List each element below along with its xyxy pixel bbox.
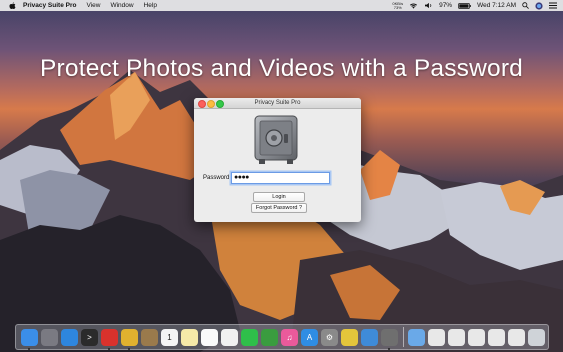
chrome-icon[interactable] (121, 328, 138, 350)
terminal-icon[interactable]: > (81, 328, 98, 346)
system-preferences-icon[interactable]: ⚙ (321, 328, 338, 346)
safe-icon (254, 115, 298, 164)
dock-separator (403, 327, 404, 347)
battery-percent: 97% (439, 2, 453, 9)
menu-list-icon[interactable] (549, 2, 557, 9)
wifi-icon[interactable] (409, 2, 418, 9)
app-menu-title[interactable]: Privacy Suite Pro (23, 0, 76, 11)
status-area: 0KB/s 73% 97% Wed 7:12 AM (386, 0, 557, 11)
net-down-value: 73% (393, 4, 402, 10)
mail-doc-icon-4[interactable] (488, 328, 505, 346)
launchpad-icon[interactable] (41, 328, 58, 346)
siri-icon[interactable] (535, 1, 543, 10)
network-stats-icon[interactable]: 0KB/s 73% (392, 1, 403, 10)
notes-icon[interactable] (181, 328, 198, 346)
uniform-icon[interactable] (341, 328, 358, 346)
clock-text[interactable]: Wed 7:12 AM (477, 0, 516, 11)
photos-icon[interactable] (221, 328, 238, 346)
privacy-suite-icon[interactable] (381, 328, 398, 350)
xcode-icon[interactable] (361, 328, 378, 346)
downloads-folder-icon[interactable] (408, 328, 425, 346)
menu-bar: Privacy Suite Pro View Window Help 0KB/s… (0, 0, 563, 11)
apple-icon[interactable] (8, 1, 17, 10)
mail-doc-icon-5[interactable] (508, 328, 525, 346)
mail-doc-icon-3[interactable] (468, 328, 485, 346)
reminders-icon[interactable] (201, 328, 218, 346)
mail-doc-icon-2[interactable] (448, 328, 465, 346)
safari-icon[interactable] (61, 328, 78, 346)
calendar-icon[interactable]: 1 (161, 328, 178, 346)
finder-icon[interactable] (21, 328, 38, 350)
password-label: Password (203, 175, 230, 181)
search-icon[interactable] (522, 2, 529, 9)
headline-text: Protect Photos and Videos with a Passwor… (39, 55, 524, 82)
trash-icon[interactable] (528, 328, 545, 346)
volume-icon[interactable] (424, 2, 433, 9)
battery-icon[interactable] (458, 2, 471, 9)
dock: >1 ♫ A ⚙ (15, 324, 549, 350)
window-title: Privacy Suite Pro (254, 100, 301, 106)
running-indicator (388, 347, 390, 350)
running-indicator (28, 347, 30, 350)
messages-icon[interactable] (241, 328, 258, 346)
facetime-icon[interactable] (261, 328, 278, 346)
menu-view[interactable]: View (86, 0, 100, 11)
app-store-icon[interactable]: A (301, 328, 318, 346)
login-window: Privacy Suite Pro Password ●●●● Login Fo… (194, 98, 361, 222)
password-field[interactable]: ●●●● (231, 172, 330, 184)
running-indicator (128, 347, 130, 350)
itunes-icon[interactable]: ♫ (281, 328, 298, 346)
menu-help[interactable]: Help (144, 0, 157, 11)
login-button[interactable]: Login (253, 192, 305, 202)
notefile-icon[interactable] (141, 328, 158, 346)
mail-doc-icon[interactable] (428, 328, 445, 346)
opera-icon[interactable] (101, 328, 118, 350)
menu-window[interactable]: Window (110, 0, 133, 11)
forgot-password-button[interactable]: Forgot Password ? (251, 203, 307, 213)
running-indicator (108, 347, 110, 350)
window-titlebar[interactable]: Privacy Suite Pro (194, 98, 361, 109)
